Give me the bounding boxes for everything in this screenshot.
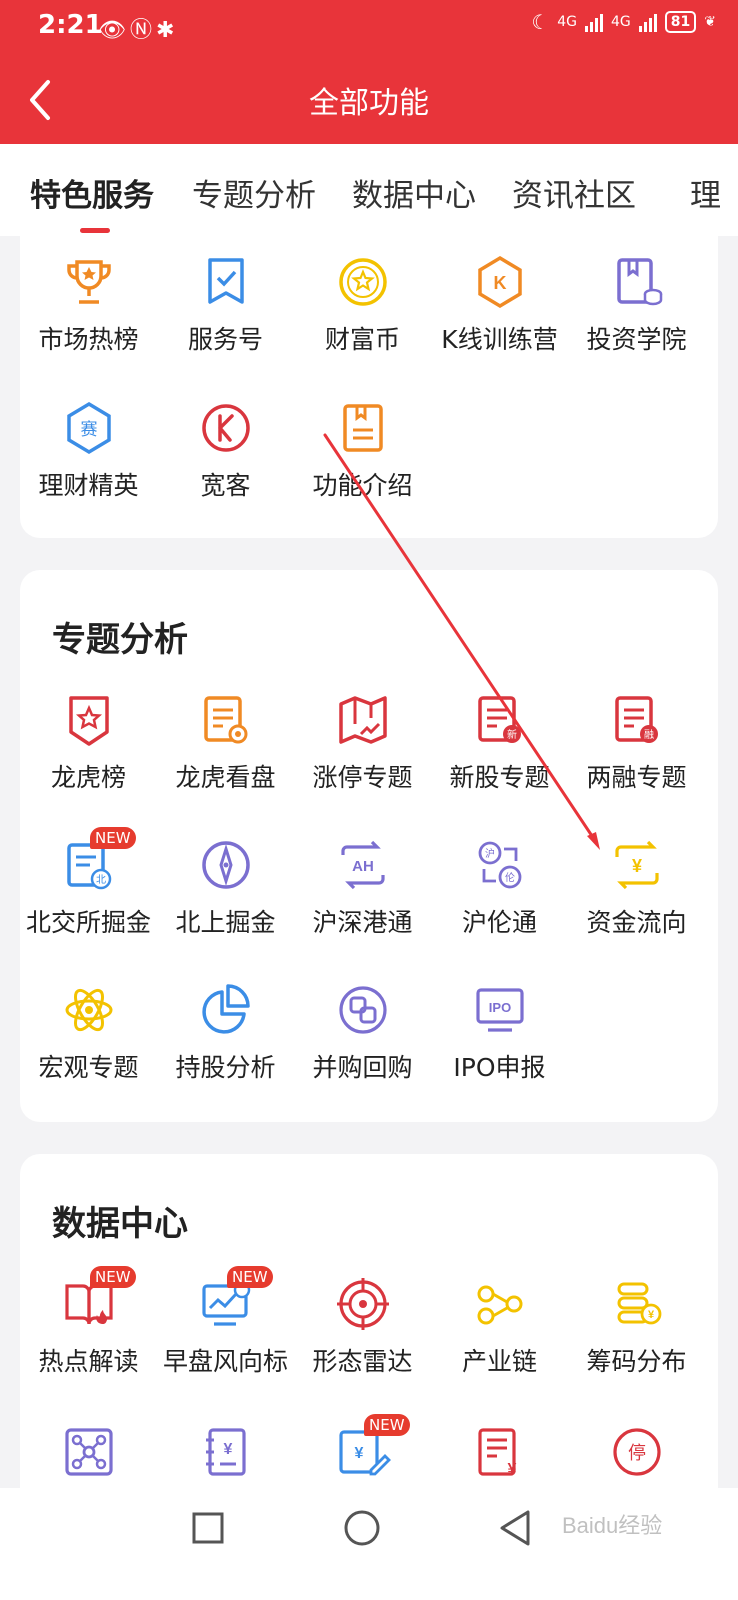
back-triangle-icon[interactable] xyxy=(496,1508,536,1548)
recents-square-icon[interactable] xyxy=(190,1510,226,1546)
annotation-arrow xyxy=(323,433,600,850)
home-circle-icon[interactable] xyxy=(342,1508,382,1548)
system-nav-bar xyxy=(0,1488,738,1600)
watermark: Baidu经验 xyxy=(562,1513,663,1538)
